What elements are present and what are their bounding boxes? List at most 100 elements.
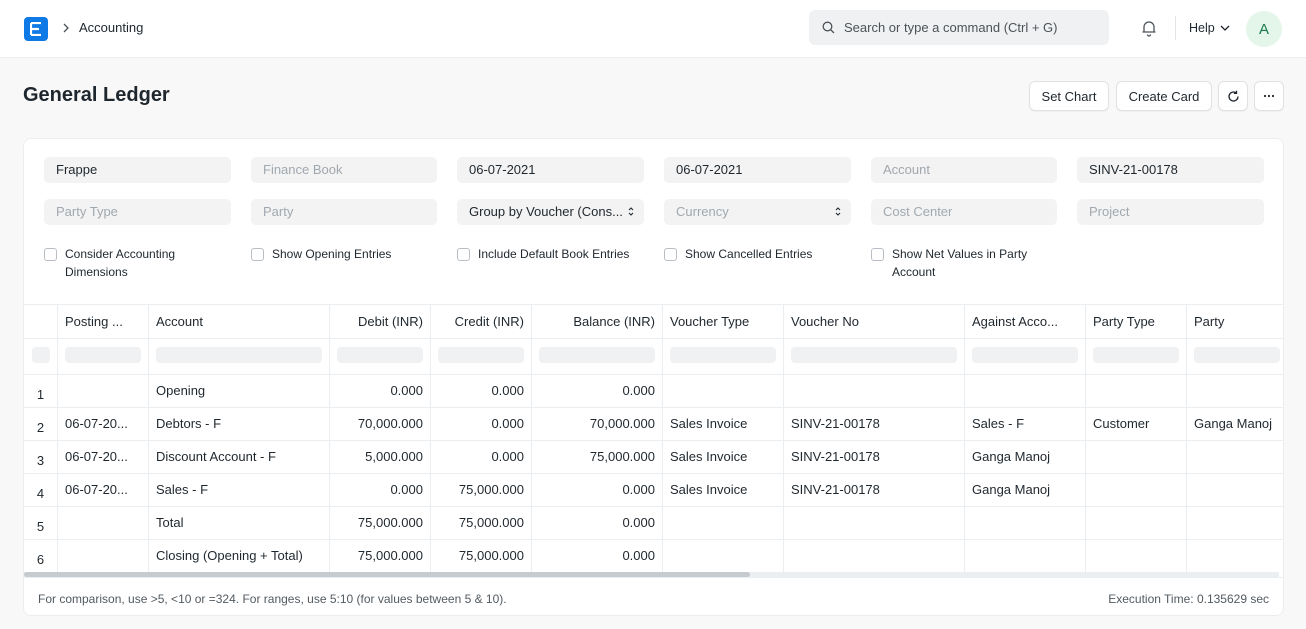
- posting-date-cell[interactable]: 06-07-20...: [58, 441, 149, 473]
- group-by-select[interactable]: Group by Voucher (Cons...: [457, 199, 644, 225]
- cost-center-field[interactable]: Cost Center: [871, 199, 1057, 225]
- checkbox-box[interactable]: [44, 248, 57, 261]
- balance-cell[interactable]: 75,000.000: [532, 441, 663, 473]
- checkbox-box[interactable]: [457, 248, 470, 261]
- debit-cell[interactable]: 5,000.000: [330, 441, 431, 473]
- from-date-field[interactable]: 06-07-2021: [457, 157, 644, 183]
- column-header[interactable]: Voucher Type: [663, 305, 784, 338]
- debit-cell[interactable]: 75,000.000: [330, 507, 431, 539]
- column-header[interactable]: Party Type: [1086, 305, 1187, 338]
- table-row[interactable]: 2 06-07-20... Debtors - F 70,000.000 0.0…: [24, 408, 1283, 441]
- party-cell[interactable]: [1187, 474, 1283, 506]
- balance-cell[interactable]: 0.000: [532, 540, 663, 572]
- refresh-button[interactable]: [1218, 81, 1248, 111]
- include-default-book-entries-checkbox[interactable]: Include Default Book Entries: [457, 245, 652, 263]
- voucher-no-cell[interactable]: SINV-21-00178: [784, 408, 965, 440]
- show-net-values-checkbox[interactable]: Show Net Values in Party Account: [871, 245, 1051, 281]
- checkbox-box[interactable]: [251, 248, 264, 261]
- voucher-no-cell[interactable]: SINV-21-00178: [784, 474, 965, 506]
- party-type-cell[interactable]: [1086, 375, 1187, 407]
- credit-cell[interactable]: 0.000: [431, 408, 532, 440]
- balance-cell[interactable]: 0.000: [532, 375, 663, 407]
- party-cell[interactable]: [1187, 540, 1283, 572]
- against-account-cell[interactable]: [965, 507, 1086, 539]
- column-header[interactable]: Debit (INR): [330, 305, 431, 338]
- column-header[interactable]: Credit (INR): [431, 305, 532, 338]
- voucher-type-cell[interactable]: Sales Invoice: [663, 474, 784, 506]
- more-options-button[interactable]: [1254, 81, 1284, 111]
- account-field[interactable]: Account: [871, 157, 1057, 183]
- party-type-field[interactable]: Party Type: [44, 199, 231, 225]
- filter-input[interactable]: [438, 347, 524, 363]
- help-dropdown[interactable]: Help: [1189, 20, 1230, 36]
- avatar[interactable]: A: [1246, 11, 1282, 47]
- table-row[interactable]: 5 Total 75,000.000 75,000.000 0.000: [24, 507, 1283, 540]
- filter-input[interactable]: [32, 347, 50, 363]
- consider-accounting-dimensions-checkbox[interactable]: Consider Accounting Dimensions: [44, 245, 224, 281]
- balance-cell[interactable]: 0.000: [532, 507, 663, 539]
- party-cell[interactable]: [1187, 375, 1283, 407]
- filter-input[interactable]: [972, 347, 1078, 363]
- account-cell[interactable]: Opening: [149, 375, 330, 407]
- voucher-type-cell[interactable]: Sales Invoice: [663, 441, 784, 473]
- checkbox-box[interactable]: [871, 248, 884, 261]
- balance-cell[interactable]: 70,000.000: [532, 408, 663, 440]
- column-header[interactable]: Account: [149, 305, 330, 338]
- voucher-no-cell[interactable]: [784, 540, 965, 572]
- balance-cell[interactable]: 0.000: [532, 474, 663, 506]
- table-row[interactable]: 6 Closing (Opening + Total) 75,000.000 7…: [24, 540, 1283, 572]
- party-type-cell[interactable]: [1086, 474, 1187, 506]
- column-header[interactable]: Voucher No: [784, 305, 965, 338]
- party-cell[interactable]: Ganga Manoj: [1187, 408, 1283, 440]
- currency-select[interactable]: Currency: [664, 199, 851, 225]
- project-field[interactable]: Project: [1077, 199, 1264, 225]
- debit-cell[interactable]: 75,000.000: [330, 540, 431, 572]
- account-cell[interactable]: Sales - F: [149, 474, 330, 506]
- account-cell[interactable]: Discount Account - F: [149, 441, 330, 473]
- breadcrumb-accounting[interactable]: Accounting: [79, 20, 143, 36]
- party-type-cell[interactable]: [1086, 540, 1187, 572]
- party-type-cell[interactable]: Customer: [1086, 408, 1187, 440]
- show-opening-entries-checkbox[interactable]: Show Opening Entries: [251, 245, 441, 263]
- filter-input[interactable]: [1093, 347, 1179, 363]
- show-cancelled-entries-checkbox[interactable]: Show Cancelled Entries: [664, 245, 859, 263]
- create-card-button[interactable]: Create Card: [1116, 81, 1212, 111]
- posting-date-cell[interactable]: 06-07-20...: [58, 408, 149, 440]
- voucher-no-cell[interactable]: [784, 375, 965, 407]
- filter-input[interactable]: [791, 347, 957, 363]
- party-cell[interactable]: [1187, 507, 1283, 539]
- debit-cell[interactable]: 0.000: [330, 375, 431, 407]
- against-account-cell[interactable]: Ganga Manoj: [965, 474, 1086, 506]
- account-cell[interactable]: Debtors - F: [149, 408, 330, 440]
- filter-input[interactable]: [337, 347, 423, 363]
- filter-input[interactable]: [670, 347, 776, 363]
- voucher-type-cell[interactable]: [663, 375, 784, 407]
- filter-input[interactable]: [156, 347, 322, 363]
- credit-cell[interactable]: 0.000: [431, 375, 532, 407]
- app-logo-icon[interactable]: [24, 17, 48, 41]
- debit-cell[interactable]: 70,000.000: [330, 408, 431, 440]
- table-row[interactable]: 4 06-07-20... Sales - F 0.000 75,000.000…: [24, 474, 1283, 507]
- against-account-cell[interactable]: Sales - F: [965, 408, 1086, 440]
- debit-cell[interactable]: 0.000: [330, 474, 431, 506]
- posting-date-cell[interactable]: 06-07-20...: [58, 474, 149, 506]
- search-bar[interactable]: [809, 10, 1109, 45]
- voucher-no-field[interactable]: SINV-21-00178: [1077, 157, 1264, 183]
- finance-book-field[interactable]: Finance Book: [251, 157, 437, 183]
- posting-date-cell[interactable]: [58, 375, 149, 407]
- party-cell[interactable]: [1187, 441, 1283, 473]
- against-account-cell[interactable]: Ganga Manoj: [965, 441, 1086, 473]
- account-cell[interactable]: Closing (Opening + Total): [149, 540, 330, 572]
- credit-cell[interactable]: 75,000.000: [431, 507, 532, 539]
- column-header[interactable]: Against Acco...: [965, 305, 1086, 338]
- filter-input[interactable]: [65, 347, 141, 363]
- posting-date-cell[interactable]: [58, 540, 149, 572]
- notification-bell-icon[interactable]: [1140, 19, 1158, 37]
- column-header[interactable]: Posting ...: [58, 305, 149, 338]
- account-cell[interactable]: Total: [149, 507, 330, 539]
- search-input[interactable]: [844, 10, 1099, 45]
- to-date-field[interactable]: 06-07-2021: [664, 157, 851, 183]
- voucher-no-cell[interactable]: SINV-21-00178: [784, 441, 965, 473]
- posting-date-cell[interactable]: [58, 507, 149, 539]
- voucher-type-cell[interactable]: Sales Invoice: [663, 408, 784, 440]
